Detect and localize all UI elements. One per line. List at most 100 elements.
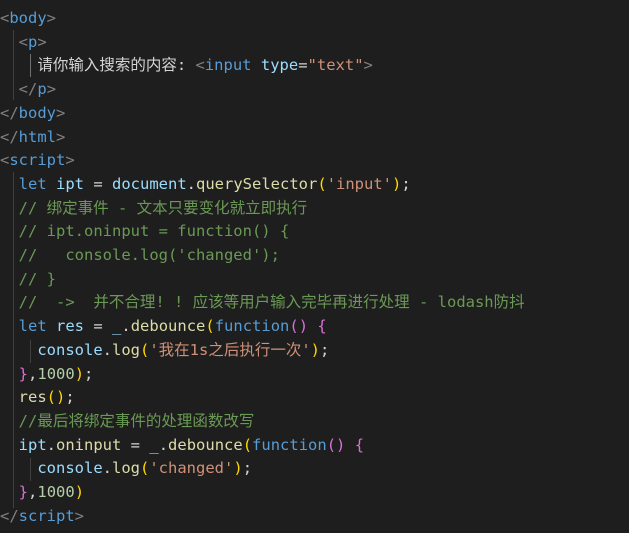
code-token: ( (140, 459, 150, 478)
code-token: { (354, 435, 365, 454)
code-line[interactable]: let ipt = document.querySelector('input'… (0, 172, 411, 196)
code-token: } (18, 483, 29, 501)
code-token: _ (149, 435, 159, 454)
code-token: , (28, 364, 38, 383)
code-token: , (28, 483, 38, 501)
code-token: 1000 (37, 483, 75, 501)
code-token: . (158, 435, 169, 454)
code-token: ; (242, 459, 253, 478)
code-line[interactable]: res(); (0, 385, 75, 409)
code-line[interactable]: // -> 并不合理! ! 应该等用户输入完毕再进行处理 - lodash防抖 (0, 290, 525, 314)
code-token: () (289, 317, 309, 336)
code-token: // console.log('changed'); (18, 246, 280, 264)
code-line[interactable]: console.log('我在1s之后执行一次'); (0, 338, 329, 362)
code-token: () (326, 435, 346, 454)
code-token: 'changed' (149, 459, 234, 478)
code-token: log (112, 459, 140, 478)
code-token: ) (74, 364, 85, 383)
code-token: // ipt.oninput = function() { (18, 222, 290, 241)
code-token: = (84, 317, 113, 336)
code-token: script (9, 151, 66, 170)
code-token: </ (0, 127, 19, 146)
code-line[interactable]: 请你输入搜索的内容: <input type="text"> (0, 53, 373, 77)
code-token: ipt (56, 174, 85, 193)
code-token: function (252, 435, 327, 454)
code-token: ; (401, 174, 411, 193)
code-token: html (18, 127, 56, 146)
code-token: > (56, 103, 66, 122)
code-token: ( (242, 435, 253, 454)
code-token: // } (18, 269, 56, 288)
code-token: body (9, 9, 47, 27)
code-token: . (186, 174, 197, 193)
code-token: "text" (307, 56, 364, 75)
code-token: document (112, 174, 187, 193)
code-token: < (18, 32, 29, 51)
code-token: > (363, 56, 373, 75)
code-token: p (37, 80, 47, 99)
code-line[interactable]: // } (0, 267, 56, 291)
code-token: oninput (56, 435, 122, 454)
code-token: function (214, 317, 290, 336)
code-token: > (74, 506, 85, 525)
code-token: </ (0, 506, 19, 525)
code-token: ( (205, 317, 215, 336)
code-token: script (18, 506, 75, 525)
code-line[interactable]: <script> (0, 148, 75, 172)
code-line[interactable]: // ipt.oninput = function() { (0, 219, 290, 243)
code-token: debounce (130, 317, 206, 336)
code-token: // -> 并不合理! ! 应该等用户输入完毕再进行处理 - lodash防抖 (18, 293, 525, 312)
code-token: p (28, 32, 38, 51)
code-line[interactable]: </body> (0, 101, 65, 125)
code-token: let (18, 174, 47, 193)
code-token: . (102, 340, 112, 359)
code-token: // 绑定事件 - 文本只要变化就立即执行 (18, 198, 308, 217)
code-line[interactable]: </script> (0, 504, 84, 528)
code-line[interactable]: </html> (0, 125, 65, 149)
code-token: > (46, 80, 57, 99)
code-token: debounce (168, 435, 243, 454)
code-line[interactable]: },1000); (0, 362, 94, 386)
code-token: console (37, 459, 103, 478)
code-token: ) (233, 459, 243, 478)
code-line[interactable]: },1000) (0, 480, 84, 504)
code-line[interactable]: // console.log('changed'); (0, 243, 280, 267)
code-token: ; (320, 340, 330, 359)
code-token: > (37, 32, 47, 51)
code-token: ipt (18, 435, 47, 454)
code-token: ; (65, 388, 75, 407)
code-token: type (260, 56, 299, 75)
code-token: ( (317, 174, 327, 193)
code-token: < (0, 151, 10, 170)
code-token: . (121, 317, 131, 336)
code-line[interactable]: //最后将绑定事件的处理函数改写 (0, 409, 255, 433)
code-line[interactable]: <p> (0, 30, 47, 54)
code-line[interactable]: let res = _.debounce(function() { (0, 314, 327, 338)
code-line[interactable]: // 绑定事件 - 文本只要变化就立即执行 (0, 196, 308, 220)
code-line[interactable]: </p> (0, 77, 56, 101)
code-editor[interactable]: <body> <p> 请你输入搜索的内容: <input type="text"… (0, 0, 629, 533)
code-token: < (0, 9, 10, 27)
code-token: ) (310, 340, 321, 359)
code-token: > (56, 127, 66, 146)
code-token: ; (84, 364, 94, 383)
code-token: = (84, 174, 113, 193)
code-token: > (65, 151, 75, 170)
code-line[interactable]: console.log('changed'); (0, 456, 252, 480)
code-line[interactable]: ipt.oninput = _.debounce(function() { (0, 433, 364, 457)
code-line[interactable]: <body> (0, 6, 56, 30)
